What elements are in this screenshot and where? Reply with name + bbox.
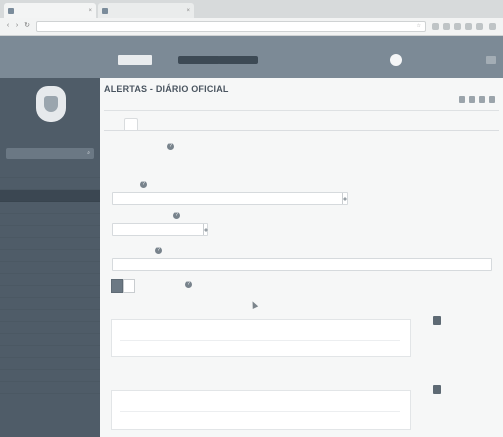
toggle-on-button[interactable] [111,279,123,293]
info-icon[interactable]: ? [167,143,174,150]
divider [120,411,400,412]
sidebar-item[interactable] [0,298,100,310]
extension-icon[interactable] [476,23,483,30]
menu-icon[interactable] [489,23,496,30]
avatar[interactable] [390,54,402,66]
app-header [0,36,503,78]
header-chip-button[interactable] [178,56,220,64]
panel2 [111,390,411,430]
browser-tab-active[interactable]: × [4,3,96,18]
bookmark-star-icon[interactable]: ☆ [417,22,421,31]
info-icon[interactable]: ? [185,281,192,288]
sidebar-item[interactable] [0,166,100,178]
browser-tab[interactable]: × [98,3,194,18]
logout-icon[interactable] [486,56,496,64]
sidebar-item[interactable] [0,382,100,394]
divider [104,110,499,111]
info-icon[interactable]: ? [173,212,180,219]
divider [104,130,499,131]
sidebar-item[interactable] [0,250,100,262]
close-tab-icon[interactable]: × [88,8,92,14]
info-icon[interactable]: ? [140,181,147,188]
extension-icon[interactable] [465,23,472,30]
address-bar[interactable]: ☆ [36,21,426,32]
refresh-icon[interactable] [489,96,495,103]
sidebar-item[interactable] [0,322,100,334]
sidebar-item[interactable] [0,274,100,286]
sidebar-item-active[interactable] [0,190,100,202]
browser-window: × × ‹ › ↻ ☆ ⌕ ALERTAS - DIÁRIO OFICIAL ?… [0,0,503,437]
panel1 [111,319,411,357]
sidebar-item[interactable] [0,202,100,214]
info-icon[interactable]: ? [155,247,162,254]
settings-icon[interactable] [479,96,485,103]
sidebar-menu [0,166,100,394]
favicon-icon [8,7,14,14]
toggle-group [111,279,135,293]
sidebar-item[interactable] [0,226,100,238]
reload-icon[interactable]: ↻ [23,22,31,30]
panel1-action-button[interactable] [433,316,441,325]
close-tab-icon[interactable]: × [186,8,190,14]
mouse-cursor-icon [249,300,259,309]
extension-icon[interactable] [443,23,450,30]
browser-tabbar: × × [0,0,503,18]
page-actions [459,96,495,103]
sidebar-search-input[interactable]: ⌕ [6,148,94,159]
sidebar: ⌕ [0,78,100,437]
extension-icon[interactable] [432,23,439,30]
divider [120,340,400,341]
header-menu-toggle[interactable] [118,55,152,65]
toggle-off-button[interactable] [123,279,135,293]
forward-icon[interactable]: › [13,22,21,30]
back-icon[interactable]: ‹ [4,22,12,30]
coat-of-arms-logo [36,86,66,122]
browser-toolbar: ‹ › ↻ ☆ [0,18,503,36]
panel2-action-button[interactable] [433,385,441,394]
page-title: ALERTAS - DIÁRIO OFICIAL [104,84,229,94]
help-icon[interactable] [469,96,475,103]
sidebar-item[interactable] [0,346,100,358]
sidebar-item[interactable] [0,262,100,274]
bookmark-icon[interactable] [459,96,465,103]
sidebar-item[interactable] [0,310,100,322]
sidebar-item[interactable] [0,286,100,298]
main-content: ALERTAS - DIÁRIO OFICIAL ? ? ? ? ? [100,78,503,437]
sidebar-item[interactable] [0,358,100,370]
field1-spinner[interactable] [342,193,347,204]
sidebar-item[interactable] [0,214,100,226]
sidebar-item[interactable] [0,178,100,190]
favicon-icon [102,7,108,14]
search-icon[interactable]: ⌕ [87,148,90,159]
extension-icon[interactable] [454,23,461,30]
field1-input[interactable] [112,192,348,205]
sidebar-item[interactable] [0,334,100,346]
sidebar-item[interactable] [0,238,100,250]
field2-input[interactable] [112,223,208,236]
field2-spinner[interactable] [203,224,208,235]
sidebar-item[interactable] [0,370,100,382]
field3-input[interactable] [112,258,492,271]
header-chip-button[interactable] [218,56,258,64]
